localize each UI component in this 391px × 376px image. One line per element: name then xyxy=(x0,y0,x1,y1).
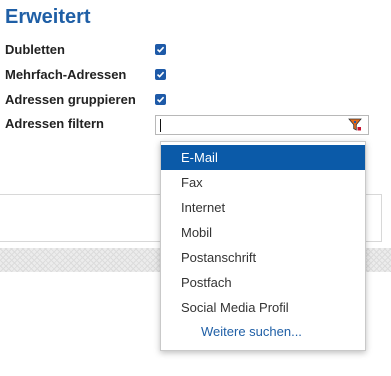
label-adressen-gruppieren: Adressen gruppieren xyxy=(5,92,136,107)
dropdown-option-fax[interactable]: Fax xyxy=(161,170,365,195)
check-icon xyxy=(156,71,165,78)
filter-funnel-icon[interactable] xyxy=(348,118,362,137)
checkbox-adressen-gruppieren[interactable] xyxy=(155,94,166,105)
text-caret xyxy=(160,119,161,132)
section-title: Erweitert xyxy=(5,6,91,28)
dropdown-option-postanschrift[interactable]: Postanschrift xyxy=(161,245,365,270)
check-icon xyxy=(156,46,165,53)
checkbox-dubletten[interactable] xyxy=(155,44,166,55)
search-more-link[interactable]: Weitere suchen... xyxy=(201,324,302,339)
check-icon xyxy=(156,96,165,103)
checkbox-mehrfach-adressen[interactable] xyxy=(155,69,166,80)
dropdown-option-postfach[interactable]: Postfach xyxy=(161,270,365,295)
dropdown-option-mobil[interactable]: Mobil xyxy=(161,220,365,245)
label-adressen-filtern: Adressen filtern xyxy=(5,116,104,131)
address-filter-dropdown[interactable]: E-Mail Fax Internet Mobil Postanschrift … xyxy=(160,141,366,351)
label-mehrfach-adressen: Mehrfach-Adressen xyxy=(5,67,127,82)
dropdown-option-internet[interactable]: Internet xyxy=(161,195,365,220)
dropdown-option-email[interactable]: E-Mail xyxy=(161,145,365,170)
dropdown-option-social-media-profil[interactable]: Social Media Profil xyxy=(161,295,365,320)
label-dubletten: Dubletten xyxy=(5,42,65,57)
address-filter-input[interactable] xyxy=(155,115,369,135)
